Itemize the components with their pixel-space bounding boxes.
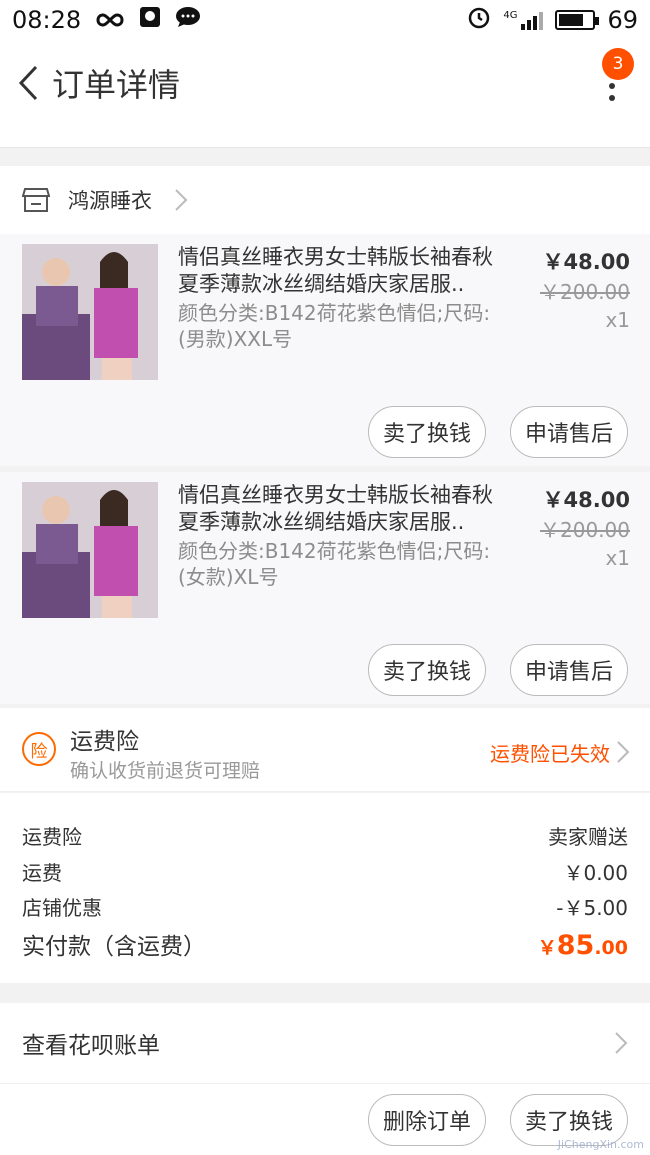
sell-button[interactable]: 卖了换钱 bbox=[368, 644, 486, 696]
status-time: 08:28 bbox=[12, 6, 82, 34]
notification-badge: 3 bbox=[602, 48, 634, 80]
summary-row: 运费险 卖家赠送 bbox=[22, 821, 628, 850]
huabei-label: 查看花呗账单 bbox=[22, 1033, 160, 1059]
summary-row: 运费 ￥0.00 bbox=[22, 857, 628, 886]
product-original-price: ￥200.00 bbox=[540, 518, 630, 542]
watermark: JiChengXin.com bbox=[557, 1138, 644, 1151]
sell-button[interactable]: 卖了换钱 bbox=[368, 406, 486, 458]
shop-name: 鸿源睡衣 bbox=[68, 189, 152, 213]
insurance-title: 运费险 bbox=[70, 729, 139, 755]
battery-level: 69 bbox=[607, 6, 638, 34]
order-item[interactable]: 情侣真丝睡衣男女士韩版长袖春秋夏季薄款冰丝绸结婚庆家居服.. 颜色分类:B142… bbox=[0, 234, 650, 466]
signal-icon: 4G bbox=[503, 10, 544, 30]
product-sku: 颜色分类:B142荷花紫色情侣;尺码:(男款)XXL号 bbox=[178, 301, 491, 351]
summary-label: 运费险 bbox=[22, 825, 82, 849]
summary-value: -￥5.00 bbox=[556, 896, 628, 920]
chevron-left-icon bbox=[18, 65, 38, 101]
summary-label: 店铺优惠 bbox=[22, 896, 102, 920]
status-bar: 08:28 4G 69 bbox=[0, 0, 650, 40]
summary-value: 卖家赠送 bbox=[548, 825, 628, 849]
product-price: ￥48.00 bbox=[542, 250, 630, 274]
network-type: 4G bbox=[503, 10, 518, 21]
chevron-right-icon bbox=[174, 188, 188, 212]
summary-row: 店铺优惠 -￥5.00 bbox=[22, 892, 628, 921]
payment-summary: 运费险 卖家赠送 运费 ￥0.00 店铺优惠 -￥5.00 实付款（含运费） ￥… bbox=[0, 793, 650, 983]
back-button[interactable] bbox=[8, 63, 48, 103]
product-name: 情侣真丝睡衣男女士韩版长袖春秋夏季薄款冰丝绸结婚庆家居服.. bbox=[178, 483, 493, 534]
chevron-right-icon bbox=[614, 1031, 628, 1059]
order-item[interactable]: 情侣真丝睡衣男女士韩版长袖春秋夏季薄款冰丝绸结婚庆家居服.. 颜色分类:B142… bbox=[0, 472, 650, 704]
product-image bbox=[22, 244, 158, 380]
shipping-insurance-row[interactable]: 险 运费险 确认收货前退货可理赔 运费险已失效 bbox=[0, 708, 650, 792]
product-quantity: x1 bbox=[605, 308, 630, 332]
alarm-icon bbox=[467, 5, 491, 35]
store-icon bbox=[22, 187, 50, 213]
product-image bbox=[22, 482, 158, 618]
product-name: 情侣真丝睡衣男女士韩版长袖春秋夏季薄款冰丝绸结婚庆家居服.. bbox=[178, 245, 493, 296]
chevron-right-icon bbox=[616, 740, 630, 768]
after-sale-button[interactable]: 申请售后 bbox=[510, 644, 628, 696]
qq-icon bbox=[139, 6, 161, 34]
product-price: ￥48.00 bbox=[542, 488, 630, 512]
insurance-status: 运费险已失效 bbox=[490, 742, 610, 766]
infinity-icon bbox=[95, 6, 125, 34]
summary-value: ￥0.00 bbox=[563, 861, 628, 885]
huabei-bill-row[interactable]: 查看花呗账单 bbox=[0, 1003, 650, 1083]
insurance-subtitle: 确认收货前退货可理赔 bbox=[70, 760, 261, 782]
page-title: 订单详情 bbox=[52, 66, 181, 104]
after-sale-button[interactable]: 申请售后 bbox=[510, 406, 628, 458]
total-row: 实付款（含运费） ￥85.00 bbox=[22, 927, 628, 961]
shop-header[interactable]: 鸿源睡衣 bbox=[0, 166, 650, 234]
product-original-price: ￥200.00 bbox=[540, 280, 630, 304]
insurance-icon: 险 bbox=[22, 732, 56, 766]
footer-actions: 删除订单 卖了换钱 JiChengXin.com bbox=[0, 1083, 650, 1155]
product-sku: 颜色分类:B142荷花紫色情侣;尺码:(女款)XL号 bbox=[178, 539, 491, 589]
total-integer: 85 bbox=[556, 930, 595, 961]
summary-label: 运费 bbox=[22, 861, 62, 885]
delete-order-button[interactable]: 删除订单 bbox=[368, 1094, 486, 1146]
total-decimal: .00 bbox=[594, 937, 628, 959]
product-quantity: x1 bbox=[605, 546, 630, 570]
battery-icon bbox=[555, 10, 600, 30]
total-amount: ￥85.00 bbox=[538, 930, 628, 961]
total-currency: ￥ bbox=[537, 937, 557, 959]
total-label: 实付款（含运费） bbox=[22, 934, 206, 960]
message-icon bbox=[175, 6, 201, 34]
divider-strip bbox=[0, 126, 650, 148]
nav-bar: 订单详情 3 bbox=[0, 40, 650, 126]
